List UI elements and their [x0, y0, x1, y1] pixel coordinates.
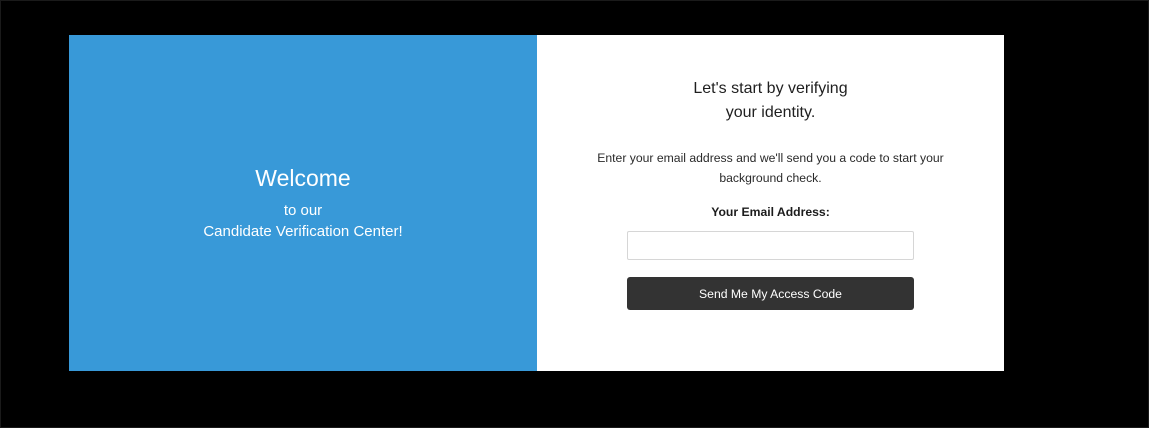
verification-card: Welcome to our Candidate Verification Ce… — [69, 35, 1004, 371]
verify-description-line1: Enter your email address and we'll send … — [597, 151, 944, 165]
verify-description: Enter your email address and we'll send … — [577, 148, 964, 188]
page: { "welcome_panel": { "title": "Welcome",… — [0, 0, 1149, 428]
send-access-code-button[interactable]: Send Me My Access Code — [627, 277, 914, 310]
welcome-title: Welcome — [255, 165, 351, 191]
email-field[interactable] — [627, 231, 914, 260]
verify-heading: Let's start by verifying your identity. — [537, 77, 1004, 125]
email-label: Your Email Address: — [711, 205, 830, 219]
welcome-subtitle: to our — [283, 202, 323, 219]
welcome-center-name: Candidate Verification Center! — [203, 223, 403, 240]
verify-panel: Let's start by verifying your identity. … — [537, 35, 1004, 371]
verify-description-line2: background check. — [719, 171, 822, 185]
verify-heading-line1: Let's start by verifying — [693, 80, 848, 97]
welcome-panel: Welcome to our Candidate Verification Ce… — [69, 35, 537, 371]
verify-heading-line2: your identity. — [725, 104, 816, 121]
